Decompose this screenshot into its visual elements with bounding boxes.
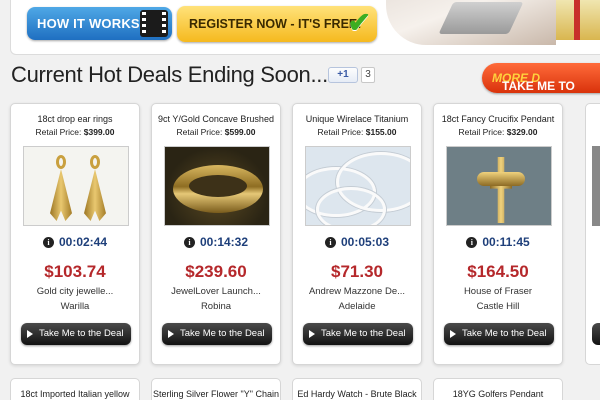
laptop-banner-image — [386, 0, 556, 45]
product-image[interactable] — [592, 146, 600, 226]
seller-location: Adelaide — [338, 301, 376, 312]
info-icon[interactable]: i — [466, 237, 478, 248]
deal-price: $239.60 — [185, 262, 247, 281]
deal-card[interactable]: Unique Wirelace Titanium Retail Price: $… — [292, 103, 422, 365]
how-it-works-button[interactable]: HOW IT WORKS — [27, 7, 172, 40]
earring-graphic — [50, 155, 72, 225]
deal-title: 18ct Fancy Crucifix Pendant — [441, 114, 555, 124]
deal-title: 18ct drop ear rings — [37, 114, 113, 124]
top-banner: HOW IT WORKS REGISTER NOW - IT'S FREE! ✔ — [10, 0, 600, 55]
plus-one-count: 3 — [361, 67, 375, 83]
retail-price: Retail Price: $155.00 — [317, 127, 397, 137]
deal-title: 18YG Golfers Pendant — [452, 389, 544, 399]
info-icon[interactable]: i — [42, 237, 54, 248]
deal-price: $103.74 — [44, 262, 106, 281]
take-me-to-deal-button[interactable]: Take Me to the Deal — [162, 323, 272, 345]
play-icon — [27, 330, 33, 338]
deal-card[interactable]: Ed Hardy Watch - Brute Black — [292, 378, 422, 400]
deal-card[interactable]: Sterling Silver Flower "Y" Chain — [151, 378, 281, 400]
deal-title: Ed Hardy Watch - Brute Black — [297, 389, 417, 399]
product-image[interactable] — [446, 146, 552, 226]
take-me-to-deal-button[interactable]: Take Me to the Deal — [444, 323, 554, 345]
crucifix-graphic — [490, 157, 512, 223]
google-plus-one-button[interactable]: +1 — [328, 67, 358, 83]
take-me-to-deal-button[interactable]: Take Me to the Deal — [303, 323, 413, 345]
info-icon[interactable]: i — [183, 237, 195, 248]
deal-title: 18ct Imported Italian yellow — [20, 389, 130, 399]
gift-banner-image — [556, 0, 600, 40]
product-image[interactable] — [164, 146, 270, 226]
deal-card[interactable]: 18YG Golfers Pendant — [433, 378, 563, 400]
play-icon — [309, 330, 315, 338]
how-it-works-label: HOW IT WORKS — [37, 16, 140, 31]
retail-price: Retail Price: $329.00 — [458, 127, 538, 137]
deal-card[interactable]: 18ct drop ear rings Retail Price: $399.0… — [10, 103, 140, 365]
play-icon — [168, 330, 174, 338]
take-me-to-deal-button[interactable] — [592, 323, 600, 345]
seller-location: Robina — [200, 301, 232, 312]
countdown-timer: i 00:05:03 — [293, 235, 421, 249]
crucifix-arm-graphic — [477, 172, 525, 186]
deal-title: Unique Wirelace Titanium — [305, 114, 409, 124]
countdown-timer: i 00:11:45 — [434, 235, 562, 249]
seller-name: Gold city jewelle... — [36, 286, 114, 297]
retail-price: Retail Price: $599.00 — [176, 127, 256, 137]
chain-graphic — [316, 187, 386, 225]
seller-name: JewelLover Launch... — [171, 286, 261, 297]
deal-title: 9ct Y/Gold Concave Brushed — [158, 114, 274, 124]
countdown-timer: i 00:14:32 — [152, 235, 280, 249]
play-icon — [450, 330, 456, 338]
product-image[interactable] — [23, 146, 129, 226]
take-me-to-more-deals-button[interactable]: TAKE ME TO MORE D — [482, 63, 600, 93]
seller-location: Warilla — [60, 301, 90, 312]
product-image[interactable] — [305, 146, 411, 226]
seller-location: Castle Hill — [476, 301, 520, 312]
take-me-to-deal-button[interactable]: Take Me to the Deal — [21, 323, 131, 345]
ring-graphic — [173, 165, 263, 213]
deal-card[interactable]: 18ct Fancy Crucifix Pendant Retail Price… — [433, 103, 563, 365]
deal-price: $164.50 — [467, 262, 529, 281]
page-title: Current Hot Deals Ending Soon... — [11, 62, 328, 87]
seller-name: House of Fraser — [463, 286, 533, 297]
deal-card[interactable]: 18ct Imported Italian yellow — [10, 378, 140, 400]
checkmark-icon: ✔ — [347, 7, 371, 38]
retail-price: Retail Price: $399.00 — [35, 127, 115, 137]
film-icon — [140, 10, 168, 37]
deal-title: Sterling Silver Flower "Y" Chain — [153, 389, 279, 399]
info-icon[interactable]: i — [324, 237, 336, 248]
page: HOW IT WORKS REGISTER NOW - IT'S FREE! ✔… — [0, 0, 600, 400]
countdown-timer: i 00:02:44 — [11, 235, 139, 249]
deal-card-partial[interactable] — [585, 103, 600, 365]
register-label: REGISTER NOW - IT'S FREE! — [189, 17, 362, 31]
seller-name: Andrew Mazzone De... — [308, 286, 406, 297]
earring-graphic — [84, 155, 106, 225]
deal-price: $71.30 — [331, 262, 383, 281]
take-more-label: TAKE ME TO MORE D — [492, 71, 575, 93]
deal-card[interactable]: 9ct Y/Gold Concave Brushed Retail Price:… — [151, 103, 281, 365]
register-button[interactable]: REGISTER NOW - IT'S FREE! ✔ — [177, 6, 377, 42]
